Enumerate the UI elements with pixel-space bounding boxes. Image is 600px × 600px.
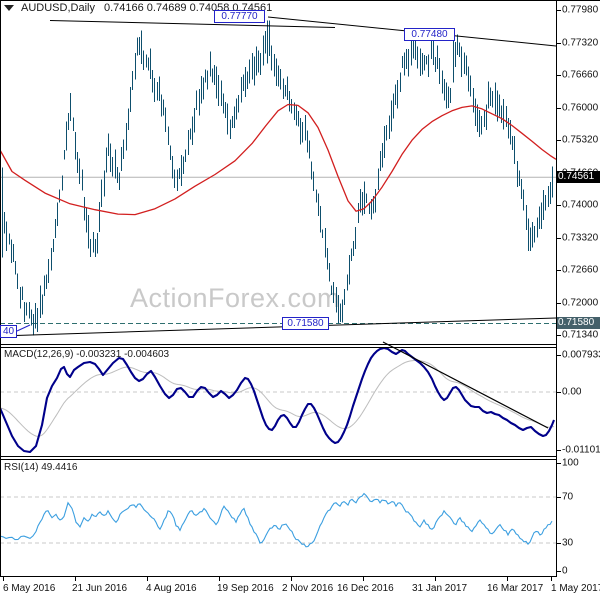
price-axis-label: 0.71340: [562, 329, 599, 341]
price-axis-label: 0.75320: [562, 134, 599, 146]
price-axis-label: 0.72660: [562, 264, 599, 276]
macd-axis-label: 0.007933: [562, 349, 600, 361]
rsi-axis-label: 100: [562, 457, 579, 469]
price-annotation-box[interactable]: 0.77480: [404, 27, 455, 41]
date-label: 2 Nov 2016: [282, 583, 334, 594]
current-price-box: 0.74561: [557, 171, 600, 183]
date-label: 16 Dec 2016: [337, 583, 394, 594]
date-label: 21 Jun 2016: [72, 583, 128, 594]
rsi-axis-label: 30: [562, 537, 574, 549]
chart-window: ActionForex.com AUDUSD,Daily 0.74166 0.7…: [0, 0, 600, 600]
price-annotation-box[interactable]: 40: [0, 325, 17, 338]
price-axis-label: 0.77320: [562, 37, 599, 49]
price-axis-label: 0.76660: [562, 69, 599, 81]
date-label: 31 Jan 2017: [412, 583, 468, 594]
support-price-box: 0.71580: [557, 317, 600, 329]
price-axis-label: 0.73320: [562, 232, 599, 244]
macd-axis-label: -0.011017: [562, 444, 600, 456]
date-label: 19 Sep 2016: [217, 583, 274, 594]
price-axis-label: 0.76000: [562, 102, 599, 114]
rsi-indicator-label: RSI(14) 49.4416: [4, 462, 78, 473]
date-label: 6 May 2016: [3, 583, 56, 594]
price-annotation-box[interactable]: 0.77770: [214, 9, 265, 23]
date-label: 16 Mar 2017: [487, 583, 544, 594]
rsi-axis-label: 0: [562, 565, 568, 577]
price-annotation-box[interactable]: 0.71580: [282, 317, 329, 330]
date-label: 4 Aug 2016: [146, 583, 197, 594]
price-axis-label: 0.72000: [562, 297, 599, 309]
macd-axis-label: 0.00: [562, 386, 582, 398]
rsi-axis-label: 70: [562, 491, 574, 503]
price-axis-label: 0.74000: [562, 199, 599, 211]
chart-canvas[interactable]: [0, 0, 600, 600]
macd-indicator-label: MACD(12,26,9) -0.003231 -0.004603: [4, 349, 170, 360]
date-label: 1 May 2017: [551, 583, 600, 594]
price-axis-label: 0.77980: [562, 4, 599, 16]
